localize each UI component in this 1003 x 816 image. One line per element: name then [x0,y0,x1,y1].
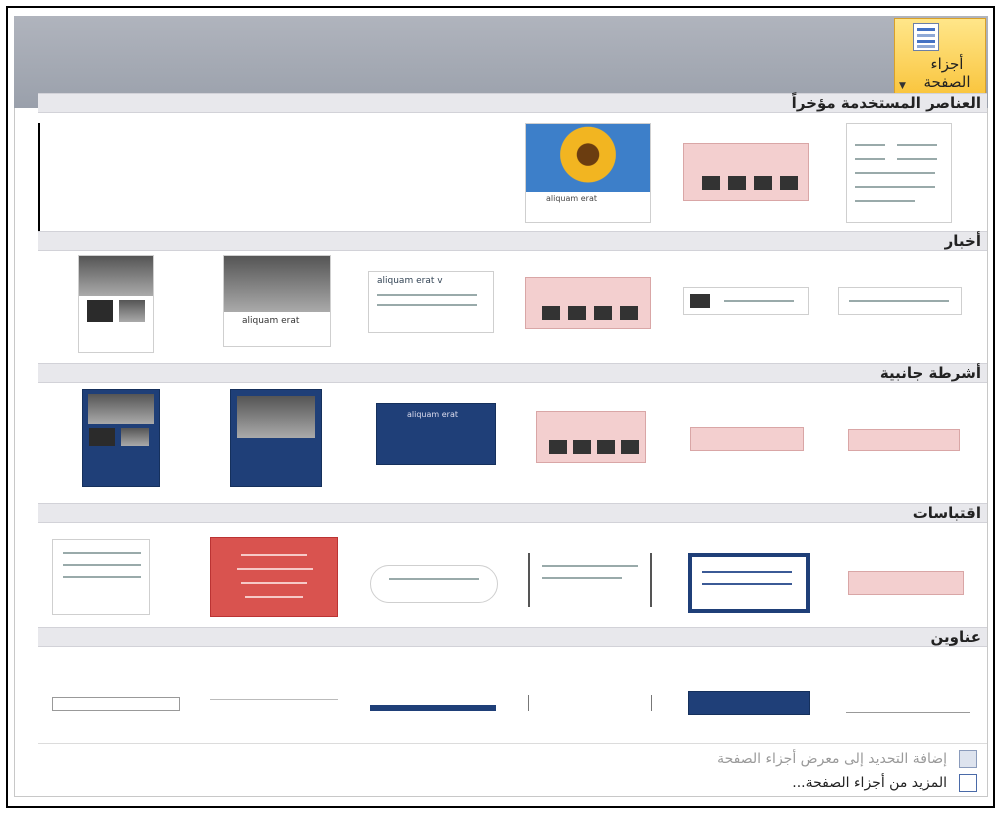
more-page-parts-menu-item[interactable]: المزيد من أجزاء الصفحة... [577,772,977,794]
gallery-thumb-headings-3[interactable] [528,695,652,711]
gallery-thumb-news-4[interactable]: aliquam erat v [368,271,494,333]
section-row-quotes [38,523,987,633]
gallery-thumb-recent-1[interactable] [846,123,952,223]
section-header-headings: عناوين [38,627,987,647]
section-header-sidebars: أشرطة جانبية [38,363,987,383]
gallery-thumb-quotes-1[interactable] [848,571,964,595]
gallery-thumb-news-6[interactable] [78,255,154,353]
gallery-thumb-headings-6[interactable] [52,697,180,711]
page-parts-icon [913,23,939,51]
thumb-caption: aliquam erat v [377,276,443,286]
more-page-parts-icon [959,774,977,792]
gallery-thumb-headings-2[interactable] [688,691,810,715]
thumb-caption: aliquam erat [546,194,597,203]
page-parts-gallery: العناصر المستخدمة مؤخراً aliquam erat أخ… [38,93,987,796]
section-header-recent: العناصر المستخدمة مؤخراً [38,93,987,113]
gallery-thumb-quotes-4[interactable] [370,565,498,603]
add-to-gallery-icon [959,750,977,768]
thumb-caption: aliquam erat [242,316,300,326]
gallery-thumb-quotes-3[interactable] [528,553,652,607]
add-selection-label: إضافة التحديد إلى معرض أجزاء الصفحة [717,751,947,767]
gallery-thumb-sidebars-4[interactable]: aliquam erat [376,403,496,465]
gallery-thumb-quotes-5[interactable] [210,537,338,617]
gallery-thumb-sidebars-5[interactable] [230,389,322,487]
gallery-thumb-sidebars-1[interactable] [848,429,960,451]
gallery-thumb-news-3[interactable] [525,277,651,329]
gallery-thumb-quotes-2[interactable] [688,553,810,613]
gallery-thumb-recent-3[interactable]: aliquam erat [525,123,651,223]
gallery-thumb-headings-5[interactable] [210,699,338,709]
section-title-headings: عناوين [930,628,981,646]
gallery-thumb-headings-4[interactable] [370,695,496,711]
gallery-thumb-news-5[interactable]: aliquam erat [223,255,331,347]
gallery-thumb-quotes-6[interactable] [52,539,150,615]
page-parts-label: أجزاء الصفحة [923,55,971,91]
section-title-recent: العناصر المستخدمة مؤخراً [791,94,981,112]
chevron-down-icon: ▼ [899,81,906,91]
section-row-news: aliquam erat v aliquam erat [38,251,987,361]
gallery-thumb-recent-2[interactable] [683,143,809,201]
gallery-thumb-headings-1[interactable] [846,699,970,713]
section-title-sidebars: أشرطة جانبية [879,364,981,382]
section-title-news: أخبار [944,232,981,250]
section-header-news: أخبار [38,231,987,251]
gallery-thumb-sidebars-3[interactable] [536,411,646,463]
section-title-quotes: اقتباسات [912,504,981,522]
section-row-recent: aliquam erat [38,113,987,231]
sunflower-image [526,124,650,192]
gallery-thumb-news-2[interactable] [683,287,809,315]
more-page-parts-label: المزيد من أجزاء الصفحة... [792,775,947,791]
add-selection-menu-item[interactable]: إضافة التحديد إلى معرض أجزاء الصفحة [577,748,977,770]
gallery-footer: إضافة التحديد إلى معرض أجزاء الصفحة المز… [38,743,987,796]
section-row-sidebars: aliquam erat [38,383,987,503]
section-header-quotes: اقتباسات [38,503,987,523]
gallery-thumb-news-1[interactable] [838,287,962,315]
gallery-thumb-sidebars-2[interactable] [690,427,804,451]
page-parts-button[interactable]: أجزاء الصفحة ▼ [894,18,986,98]
thumb-caption: aliquam erat [407,410,458,419]
section-row-headings [38,647,987,743]
gallery-thumb-sidebars-6[interactable] [82,389,160,487]
